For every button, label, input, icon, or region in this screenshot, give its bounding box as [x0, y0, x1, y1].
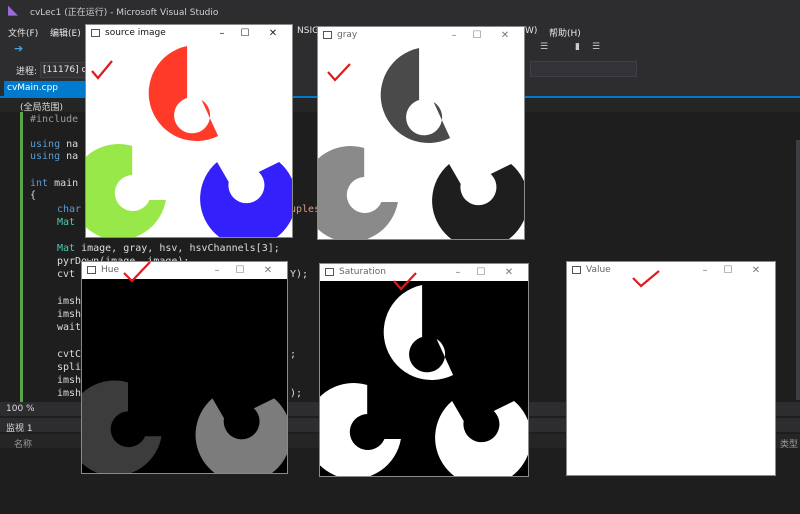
code-line: uples — [290, 204, 321, 215]
saturation-right-ring-shape — [435, 401, 528, 476]
visual-studio-logo-icon: ◣ — [8, 3, 18, 18]
process-select[interactable]: [11176] cv — [40, 62, 88, 78]
code-line: using na — [30, 139, 79, 150]
watch-panel-title: 监视 1 — [6, 424, 33, 434]
minimize-button[interactable]: – — [206, 263, 228, 278]
window-title-bar[interactable]: Hue – ☐ ✕ — [82, 262, 287, 279]
maximize-button[interactable]: ☐ — [229, 263, 251, 278]
menu-help[interactable]: 帮助(H) — [549, 26, 581, 39]
value-window[interactable]: Value – ☐ ✕ — [567, 262, 775, 475]
maximize-button[interactable]: ☐ — [466, 28, 488, 43]
window-title: source image — [105, 28, 166, 38]
code-line: char — [57, 204, 82, 215]
code-line: imsh — [57, 309, 82, 320]
window-title-bar[interactable]: Value – ☐ ✕ — [567, 262, 775, 279]
source-image-window[interactable]: source image – ☐ ✕ — [86, 25, 292, 237]
gray-top-ring-shape — [380, 48, 451, 144]
image-canvas — [567, 279, 775, 475]
hue-left-ring-shape — [82, 380, 162, 473]
code-line: imsh — [57, 375, 82, 386]
window-app-icon — [87, 266, 96, 274]
window-title: cvLec1 (正在运行) - Microsoft Visual Studio — [30, 8, 219, 18]
hue-window[interactable]: Hue – ☐ ✕ — [82, 261, 287, 473]
code-line: cvtC — [57, 349, 82, 360]
maximize-button[interactable]: ☐ — [234, 26, 256, 41]
code-line: #include — [30, 114, 79, 125]
saturation-window[interactable]: Saturation – ☐ ✕ — [320, 264, 528, 476]
maximize-button[interactable]: ☐ — [717, 263, 739, 278]
close-button[interactable]: ✕ — [498, 265, 520, 280]
zoom-level[interactable]: 100 % — [6, 404, 35, 414]
maximize-button[interactable]: ☐ — [470, 265, 492, 280]
image-canvas — [320, 281, 528, 476]
window-title-bar[interactable]: source image – ☐ ✕ — [86, 25, 292, 42]
minimize-button[interactable]: – — [694, 263, 716, 278]
close-button[interactable]: ✕ — [262, 26, 284, 41]
minimize-button[interactable]: – — [447, 265, 469, 280]
bookmark-next-icon[interactable]: ☰ — [592, 42, 600, 52]
window-app-icon — [323, 31, 332, 39]
close-button[interactable]: ✕ — [257, 263, 279, 278]
back-icon[interactable]: ➔ — [14, 42, 23, 55]
window-title: gray — [337, 30, 358, 40]
image-canvas — [82, 279, 287, 473]
checkmark-icon — [91, 60, 113, 80]
editor-scrollbar[interactable] — [796, 140, 800, 400]
image-canvas — [86, 42, 292, 237]
code-line: ; — [290, 349, 297, 360]
code-line: spli — [57, 362, 82, 373]
window-app-icon — [325, 268, 334, 276]
code-line: Mat image, gray, hsv, hsvChannels[3]; — [57, 243, 280, 254]
gray-window[interactable]: gray – ☐ ✕ — [318, 27, 524, 239]
green-ring-shape — [86, 144, 166, 237]
gray-left-ring-shape — [318, 146, 398, 239]
checkmark-icon — [632, 270, 660, 288]
process-label: 进程: — [16, 67, 38, 77]
close-button[interactable]: ✕ — [494, 28, 516, 43]
checkmark-icon — [123, 261, 151, 283]
window-app-icon — [91, 29, 100, 37]
window-title: Value — [586, 265, 611, 275]
window-title-bar[interactable]: Saturation – ☐ ✕ — [320, 264, 528, 281]
code-line: int main — [30, 178, 79, 189]
menu-edit[interactable]: 编辑(E) — [50, 26, 81, 39]
checkmark-icon — [393, 272, 417, 291]
window-title-bar[interactable]: gray – ☐ ✕ — [318, 27, 524, 44]
code-line: using na — [30, 151, 79, 162]
window-title: Hue — [101, 265, 120, 275]
window-title: Saturation — [339, 267, 386, 277]
menu-file[interactable]: 文件(F) — [8, 26, 38, 39]
saturation-left-ring-shape — [320, 383, 401, 476]
code-line: { — [30, 190, 37, 201]
red-ring-shape — [148, 46, 219, 142]
stack-frame-select[interactable] — [530, 61, 637, 77]
code-line: wait — [57, 322, 82, 333]
saturation-top-ring-shape — [383, 285, 454, 381]
checkmark-icon — [327, 63, 351, 82]
bookmark-icon[interactable]: ▮ — [575, 42, 580, 52]
menu-window[interactable]: W) — [525, 26, 537, 36]
change-margin — [20, 112, 23, 402]
gray-right-ring-shape — [432, 164, 524, 239]
code-line: cvt — [57, 269, 76, 280]
code-line: Y); — [290, 269, 309, 280]
minimize-button[interactable]: – — [211, 26, 233, 41]
code-line: imsh — [57, 296, 82, 307]
blue-ring-shape — [200, 162, 292, 237]
minimize-button[interactable]: – — [443, 28, 465, 43]
code-line: Mat — [57, 217, 76, 228]
close-button[interactable]: ✕ — [745, 263, 767, 278]
window-app-icon — [572, 266, 581, 274]
code-line: ); — [290, 388, 303, 399]
tab-cvmain[interactable]: cvMain.cpp — [4, 81, 85, 96]
align-icon[interactable]: ☰ — [540, 42, 548, 52]
code-line: imsh — [57, 388, 82, 399]
hue-right-ring-shape — [195, 398, 287, 473]
